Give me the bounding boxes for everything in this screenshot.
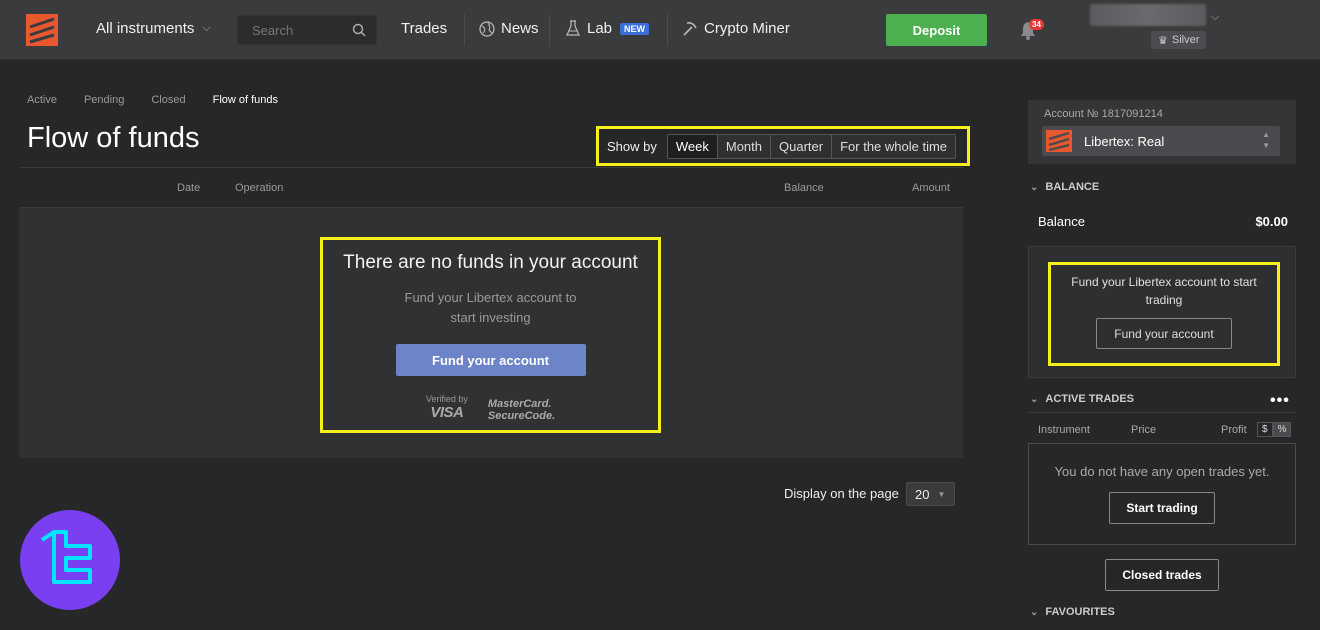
- nav-trades-label: Trades: [401, 20, 448, 37]
- search-icon[interactable]: [352, 23, 366, 37]
- account-name: Libertex: Real: [1084, 133, 1165, 149]
- balance-heading: BALANCE: [1045, 181, 1100, 193]
- account-number: Account № 1817091214: [1044, 108, 1163, 120]
- period-whole-time[interactable]: For the whole time: [831, 134, 956, 158]
- caret-down-icon: ▼: [937, 489, 946, 499]
- nav-news[interactable]: News: [479, 20, 539, 37]
- pickaxe-icon: [683, 22, 697, 36]
- visa-text: VISA: [430, 404, 464, 421]
- tier-label: Silver: [1171, 34, 1200, 46]
- column-header-balance: Balance: [784, 182, 824, 194]
- tab-closed[interactable]: Closed: [151, 94, 185, 106]
- divider: [19, 167, 963, 168]
- account-select[interactable]: Libertex: Real ▲ ▼: [1042, 126, 1280, 156]
- profit-unit-toggle: $ %: [1257, 422, 1292, 437]
- tier-badge: ♛ Silver: [1151, 31, 1207, 49]
- nav-crypto-label: Crypto Miner: [704, 20, 790, 37]
- trade-tabs: Active Pending Closed Flow of funds: [27, 94, 278, 106]
- trades-column-profit: Profit: [1221, 424, 1247, 436]
- column-header-amount: Amount: [912, 182, 950, 194]
- chevron-down-icon: ⌄: [1030, 181, 1039, 193]
- account-panel: Account № 1817091214 Libertex: Real ▲ ▼: [1028, 100, 1296, 164]
- period-month[interactable]: Month: [716, 134, 771, 158]
- trades-column-instrument: Instrument: [1038, 424, 1090, 436]
- closed-trades-button[interactable]: Closed trades: [1105, 559, 1219, 591]
- mastercard-securecode-logo: MasterCard. SecureCode.: [488, 398, 555, 422]
- libertex-logo: [1046, 130, 1072, 152]
- divider: [1028, 412, 1296, 413]
- fund-account-button[interactable]: Fund your account: [395, 344, 586, 376]
- trades-column-price: Price: [1131, 424, 1157, 436]
- page-title: Flow of funds: [27, 122, 200, 154]
- mastercard-text: MasterCard.: [487, 398, 552, 410]
- active-trades-section-toggle[interactable]: ⌄ ACTIVE TRADES: [1030, 393, 1134, 405]
- chevron-down-icon: ⌵: [202, 22, 211, 34]
- active-trades-empty: You do not have any open trades yet. Sta…: [1028, 443, 1296, 545]
- nav-divider: [549, 14, 550, 46]
- more-options-icon[interactable]: •••: [1270, 392, 1290, 410]
- toggle-percent[interactable]: %: [1272, 422, 1292, 437]
- nav-lab[interactable]: Lab NEW: [565, 20, 650, 37]
- verified-by-visa-logo: Verified by VISA: [426, 394, 468, 422]
- libertex-logo[interactable]: [26, 14, 58, 46]
- nav-divider: [667, 14, 668, 46]
- chevron-down-icon: ⌄: [1030, 606, 1039, 618]
- active-trades-heading: ACTIVE TRADES: [1045, 393, 1135, 405]
- select-arrows-icon: ▲ ▼: [1262, 130, 1270, 150]
- notification-count-badge: 34: [1029, 19, 1044, 30]
- empty-state-subtitle: Fund your Libertex account to start inve…: [404, 290, 577, 325]
- favourites-section-toggle[interactable]: ⌄ FAVOURITES: [1030, 606, 1115, 618]
- period-quarter[interactable]: Quarter: [770, 134, 832, 158]
- top-bar: All instruments ⌵ Trades News Lab NEW: [0, 0, 1320, 60]
- nav-news-label: News: [501, 20, 539, 37]
- sidebar-fund-account-button[interactable]: Fund your account: [1096, 318, 1232, 349]
- chevron-down-icon[interactable]: ⌵: [1211, 11, 1219, 24]
- nav-divider: [464, 14, 465, 46]
- tab-pending[interactable]: Pending: [84, 94, 124, 106]
- empty-state-title: There are no funds in your account: [343, 252, 638, 273]
- search-box: [237, 15, 377, 45]
- tab-active[interactable]: Active: [27, 94, 57, 106]
- search-input[interactable]: [238, 16, 343, 44]
- start-trading-button[interactable]: Start trading: [1109, 492, 1215, 524]
- watermark-logo: [20, 510, 120, 610]
- period-segmented-control: Week Month Quarter For the whole time: [666, 133, 957, 159]
- empty-state: There are no funds in your account Fund …: [320, 237, 661, 433]
- balance-section-toggle[interactable]: ⌄ BALANCE: [1030, 181, 1099, 193]
- period-week[interactable]: Week: [667, 134, 717, 158]
- favourites-heading: FAVOURITES: [1045, 606, 1115, 618]
- deposit-button[interactable]: Deposit: [886, 14, 987, 46]
- toggle-dollar[interactable]: $: [1257, 422, 1273, 437]
- nav-trades[interactable]: Trades: [401, 20, 447, 37]
- fund-prompt-text: Fund your Libertex account to start trad…: [1071, 275, 1257, 307]
- flask-icon: [566, 20, 580, 36]
- nav-crypto-miner[interactable]: Crypto Miner: [681, 20, 790, 37]
- column-header-operation: Operation: [235, 182, 284, 194]
- balance-value: $0.00: [1255, 214, 1288, 229]
- tab-flow-of-funds[interactable]: Flow of funds: [213, 94, 278, 106]
- crown-icon: ♛: [1158, 34, 1168, 47]
- page-size-value: 20: [915, 486, 930, 502]
- balance-row: Balance $0.00: [1038, 214, 1288, 229]
- nav-lab-label: Lab: [587, 20, 613, 37]
- page-size-label: Display on the page: [784, 486, 899, 501]
- no-trades-text: You do not have any open trades yet.: [1054, 464, 1270, 479]
- verified-by-text: Verified by: [425, 394, 468, 404]
- new-badge: NEW: [620, 22, 650, 35]
- show-by-filter: Show by Week Month Quarter For the whole…: [596, 126, 970, 166]
- balance-label: Balance: [1038, 214, 1085, 229]
- instruments-label: All instruments: [96, 20, 195, 37]
- fund-prompt: Fund your Libertex account to start trad…: [1048, 262, 1280, 366]
- payment-security-logos: Verified by VISA MasterCard. SecureCode.: [323, 394, 658, 422]
- column-header-date: Date: [177, 182, 201, 194]
- user-name-blurred[interactable]: [1090, 4, 1206, 26]
- show-by-label: Show by: [607, 138, 657, 154]
- page-size-select[interactable]: 20 ▼: [906, 482, 955, 506]
- chevron-down-icon: ⌄: [1030, 393, 1039, 405]
- securecode-text: SecureCode.: [487, 410, 556, 422]
- globe-icon: [479, 20, 495, 37]
- instruments-dropdown[interactable]: All instruments ⌵: [96, 20, 211, 37]
